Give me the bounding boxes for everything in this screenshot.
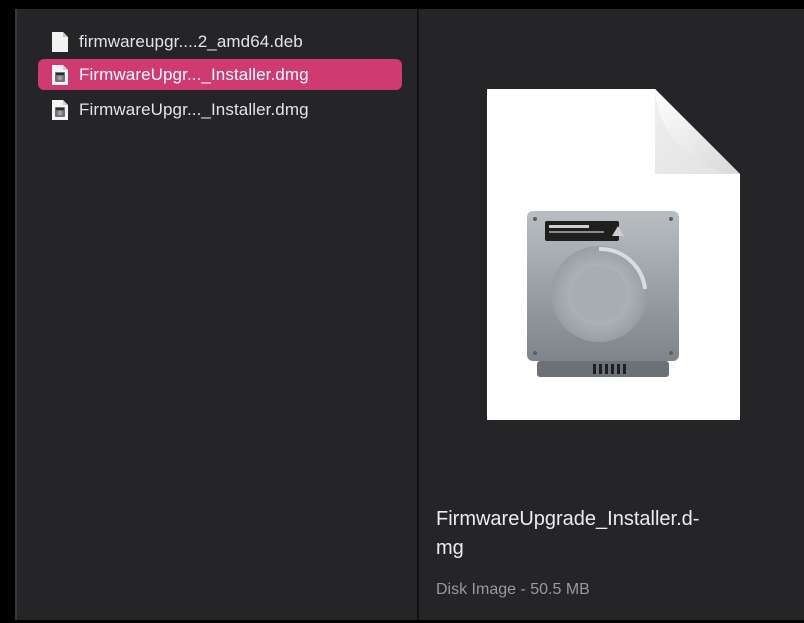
- file-name: FirmwareUpgr..._Installer.dmg: [79, 99, 309, 119]
- preview-filename: FirmwareUpgrade_Installer.d- mg: [436, 508, 700, 559]
- finder-column-view: firmwareupgr....2_amd64.deb FirmwareUpgr…: [0, 0, 804, 623]
- file-list-column[interactable]: firmwareupgr....2_amd64.deb FirmwareUpgr…: [15, 9, 417, 620]
- file-item-dmg-selected[interactable]: FirmwareUpgr..._Installer.dmg: [38, 59, 402, 90]
- file-name: firmwareupgr....2_amd64.deb: [79, 31, 303, 51]
- disk-image-document-icon: [487, 89, 740, 420]
- file-item-dmg[interactable]: FirmwareUpgr..._Installer.dmg: [38, 94, 402, 125]
- preview-file-info: Disk Image - 50.5 MB: [436, 581, 590, 598]
- file-item-deb[interactable]: firmwareupgr....2_amd64.deb: [38, 26, 402, 57]
- preview-column: FirmwareUpgrade_Installer.d- mg Disk Ima…: [419, 9, 804, 620]
- disk-image-file-icon: [52, 64, 68, 85]
- file-name: FirmwareUpgr..._Installer.dmg: [79, 64, 309, 84]
- disk-image-file-icon: [52, 99, 68, 120]
- document-icon: [52, 31, 68, 52]
